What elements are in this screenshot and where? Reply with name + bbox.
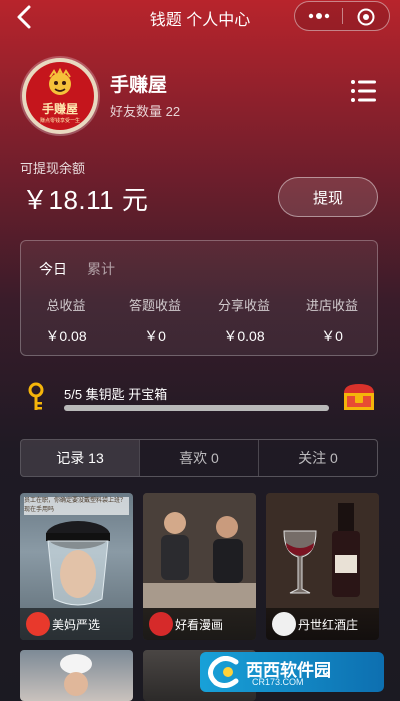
withdraw-button[interactable]: 提现 [278,177,378,217]
mascot-icon [49,68,71,95]
brand-logo-icon [26,612,50,636]
card-image [46,521,110,606]
card-name: 美妈严选 [52,618,101,632]
key-progress-bar [64,405,329,411]
key-progress-text: 5/5 集钥匙 开宝箱 [64,387,168,402]
earnings-share: 分享收益 ￥0.08 [204,295,284,346]
earnings-label: 答题收益 [128,298,181,313]
key-icon [26,382,46,412]
record-card[interactable]: 员工在职，你确定要没戴塑料袋上班？现在手用吗 美妈严选 [20,493,133,640]
close-mini-program-icon[interactable] [357,8,375,31]
brand-logo-icon [272,612,296,636]
earnings-total: 总收益 ￥0.08 [26,295,106,346]
tab-follows[interactable]: 关注 0 [258,440,377,476]
brand-logo-icon [149,612,173,636]
record-tabs: 记录 13 喜欢 0 关注 0 [20,439,378,477]
avatar-logo-subtext: 赚点零钱享受一生 [39,118,80,124]
profile-name: 手赚屋 [110,75,168,96]
more-icon[interactable] [305,9,333,28]
list-menu-icon[interactable] [350,78,378,104]
tab-today[interactable]: 今日 [39,259,67,279]
card-image [60,654,92,696]
earnings-label: 进店收益 [305,298,358,313]
tab-cumulative[interactable]: 累计 [87,259,115,279]
watermark-badge: 西西软件园 CR173.COM [200,652,384,692]
earnings-value: ￥0 [321,328,343,344]
earnings-value: ￥0.08 [223,328,265,344]
record-card[interactable]: 好看漫画 [143,493,256,640]
friend-count: 好友数量 22 [110,104,181,119]
mini-program-capsule [294,1,390,31]
top-bar: 钱题 个人中心 [0,0,400,34]
card-image [143,493,256,608]
balance-amount: ￥18.11 元 [22,185,149,215]
tab-likes[interactable]: 喜欢 0 [139,440,258,476]
watermark-logo-icon [208,656,239,688]
tab-records[interactable]: 记录 13 [21,440,139,476]
avatar-logo-text: 手赚屋 [41,102,78,116]
earnings-quiz: 答题收益 ￥0 [115,295,195,346]
watermark-url: CR173.COM [252,677,304,687]
record-card[interactable]: 丹世红酒庄 [266,493,379,640]
balance-label: 可提现余额 [20,161,86,176]
card-overlay-text: 员工在职，你确定要没戴塑料袋上班？现在手用吗 [24,497,129,515]
earnings-label: 总收益 [46,298,86,313]
card-name: 好看漫画 [175,618,224,632]
key-progress-fill [64,405,329,411]
treasure-chest-icon[interactable] [341,382,377,412]
earnings-store: 进店收益 ￥0 [292,295,372,346]
card-image [266,493,379,608]
earnings-label: 分享收益 [217,298,270,313]
card-name: 丹世红酒庄 [298,618,359,632]
earnings-value: ￥0.08 [45,328,87,344]
avatar[interactable]: 手赚屋 赚点零钱享受一生 [22,58,98,134]
earnings-card: 今日 累计 总收益 ￥0.08 答题收益 ￥0 分享收益 ￥0.08 进店收益 … [20,240,378,356]
earnings-value: ￥0 [144,328,166,344]
record-card[interactable] [20,650,133,701]
